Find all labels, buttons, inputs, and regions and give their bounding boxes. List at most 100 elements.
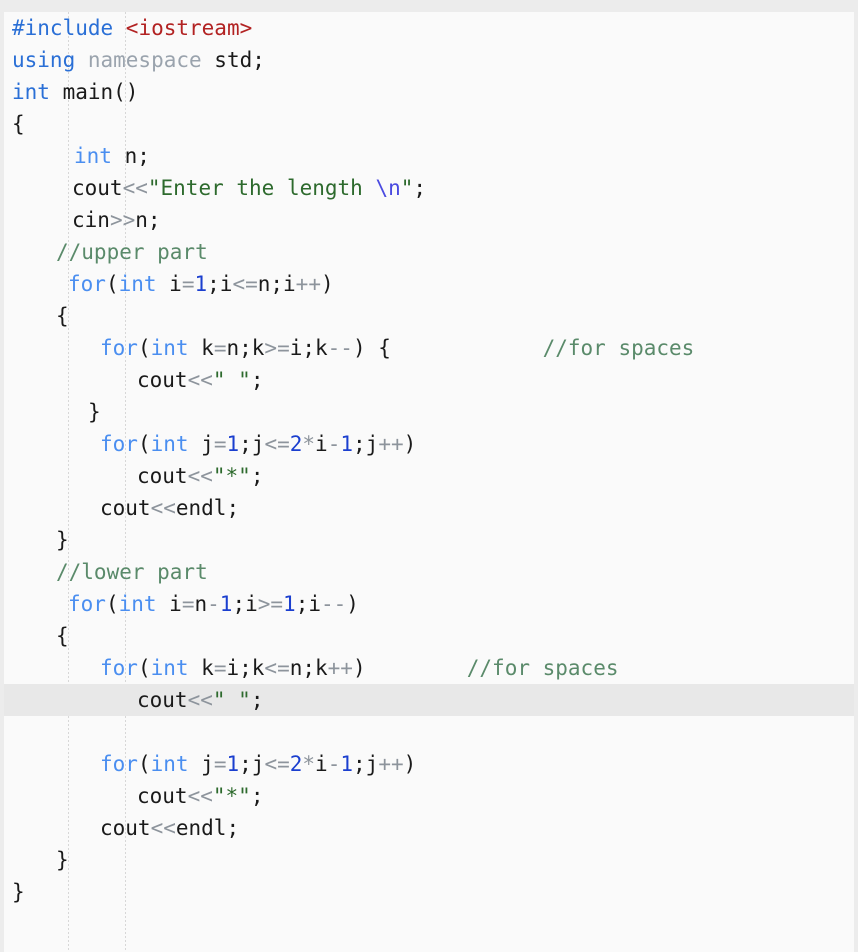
code-token-ns: namespace <box>87 48 215 72</box>
code-token-op: >> <box>109 208 136 232</box>
code-line[interactable]: { <box>4 620 854 652</box>
code-line[interactable]: //upper part <box>4 236 854 268</box>
code-token-op: <= <box>264 752 290 776</box>
code-line[interactable]: { <box>4 108 854 140</box>
code-token-punct: { <box>12 112 25 136</box>
code-line[interactable]: } <box>4 876 854 908</box>
code-token-op: - <box>327 432 341 456</box>
code-line[interactable]: } <box>4 844 854 876</box>
code-line[interactable]: } <box>4 524 854 556</box>
code-line-content: cout<<endl; <box>100 496 239 520</box>
code-token-plain: ;i <box>207 272 233 296</box>
code-line[interactable]: #include <iostream> <box>4 12 854 44</box>
code-token-kw2: for <box>100 752 138 776</box>
code-token-plain: i <box>169 272 182 296</box>
code-token-punct: ) <box>403 752 417 776</box>
code-token-op: <= <box>264 656 290 680</box>
code-line[interactable] <box>4 716 854 748</box>
code-token-kw2: for <box>100 336 138 360</box>
code-line[interactable]: } <box>4 396 854 428</box>
code-token-pre: #include <box>12 16 126 40</box>
code-editor-surface[interactable]: #include <iostream> using namespace std; i… <box>4 12 854 952</box>
code-token-kw2: int <box>150 336 202 360</box>
code-token-plain: ; <box>413 176 427 200</box>
code-token-op: <= <box>232 272 258 296</box>
code-token-op: * <box>302 752 316 776</box>
code-token-kw: int <box>12 80 63 104</box>
code-line[interactable]: using namespace std; <box>4 44 854 76</box>
code-line[interactable]: cin>>n; <box>4 204 854 236</box>
code-token-comment: //for spaces <box>542 336 695 360</box>
code-token-plain: k <box>201 656 214 680</box>
code-line[interactable]: cout<<endl; <box>4 492 854 524</box>
code-token-op: -- <box>327 336 353 360</box>
code-token-plain: ;j <box>353 752 379 776</box>
code-line-content: cout<<"*"; <box>137 464 263 488</box>
code-token-plain: ; <box>250 784 264 808</box>
code-token-kw2: int <box>74 144 125 168</box>
code-token-plain: std; <box>214 48 265 72</box>
code-line[interactable]: for(int k=i;k<=n;k++) //for spaces <box>4 652 854 684</box>
code-token-op: = <box>213 336 227 360</box>
code-line[interactable]: cout<<" "; <box>4 364 854 396</box>
code-editor-window: #include <iostream> using namespace std; i… <box>0 0 858 952</box>
code-token-op: << <box>150 496 176 520</box>
code-token-op: << <box>122 176 148 200</box>
code-line-content: cout<<endl; <box>100 816 239 840</box>
code-token-plain: i;k <box>226 656 265 680</box>
code-line[interactable]: cout<<"*"; <box>4 460 854 492</box>
code-line[interactable]: for(int i=n-1;i>=1;i--) <box>4 588 854 620</box>
code-line[interactable]: cout<<" "; <box>4 684 854 716</box>
code-token-plain: ; <box>250 464 264 488</box>
code-line[interactable]: { <box>4 300 854 332</box>
code-line-content: for(int j=1;j<=2*i-1;j++) <box>100 752 416 776</box>
code-token-op: - <box>207 592 220 616</box>
code-line[interactable]: cout<<"*"; <box>4 780 854 812</box>
code-token-num: 1 <box>226 752 240 776</box>
code-line[interactable]: cout<<"Enter the length \n"; <box>4 172 854 204</box>
code-line[interactable]: int main() <box>4 76 854 108</box>
code-line-content: #include <iostream> <box>12 16 252 40</box>
code-line[interactable]: for(int j=1;j<=2*i-1;j++) <box>4 748 854 780</box>
code-token-op: ++ <box>327 656 353 680</box>
code-token-plain: cout <box>100 816 151 840</box>
code-line[interactable]: for(int k=n;k>=i;k--) { //for spaces <box>4 332 854 364</box>
code-token-str: "Enter the length <box>147 176 376 200</box>
code-line-content: { <box>12 112 25 136</box>
code-token-op: ++ <box>378 432 404 456</box>
code-token-op: * <box>302 432 316 456</box>
code-token-kw2: for <box>100 656 138 680</box>
code-token-punct: ( <box>137 336 151 360</box>
code-token-plain: endl; <box>175 496 240 520</box>
code-line-container: #include <iostream> using namespace std; i… <box>4 12 854 908</box>
code-line-content: int main() <box>12 80 138 104</box>
code-token-str: " " <box>212 688 251 712</box>
code-token-punct: } <box>12 880 25 904</box>
code-token-punct: } <box>56 528 69 552</box>
code-token-str: "*" <box>212 784 251 808</box>
code-line-content: } <box>88 400 101 424</box>
code-token-kw2: int <box>118 272 170 296</box>
code-line[interactable]: int n; <box>4 140 854 172</box>
code-line-content: cout<<"*"; <box>137 784 263 808</box>
code-line-content: { <box>56 624 69 648</box>
code-token-plain: n <box>194 592 208 616</box>
code-token-op: - <box>327 752 341 776</box>
code-token-plain: endl; <box>175 816 240 840</box>
code-token-kw2: int <box>118 592 170 616</box>
code-token-plain: k <box>201 336 214 360</box>
code-token-plain: n;k <box>226 336 265 360</box>
code-line[interactable]: //lower part <box>4 556 854 588</box>
code-token-op: = <box>213 752 227 776</box>
code-token-plain: n; <box>124 144 150 168</box>
code-token-punct: ) <box>403 432 417 456</box>
code-line[interactable]: cout<<endl; <box>4 812 854 844</box>
code-token-op: << <box>187 464 213 488</box>
code-line[interactable]: for(int i=1;i<=n;i++) <box>4 268 854 300</box>
code-token-plain: cout <box>137 784 188 808</box>
code-token-kw2: int <box>150 752 202 776</box>
code-line[interactable]: for(int j=1;j<=2*i-1;j++) <box>4 428 854 460</box>
code-line-content: for(int j=1;j<=2*i-1;j++) <box>100 432 416 456</box>
code-token-plain: n;i <box>257 272 296 296</box>
code-line-content: using namespace std; <box>12 48 265 72</box>
